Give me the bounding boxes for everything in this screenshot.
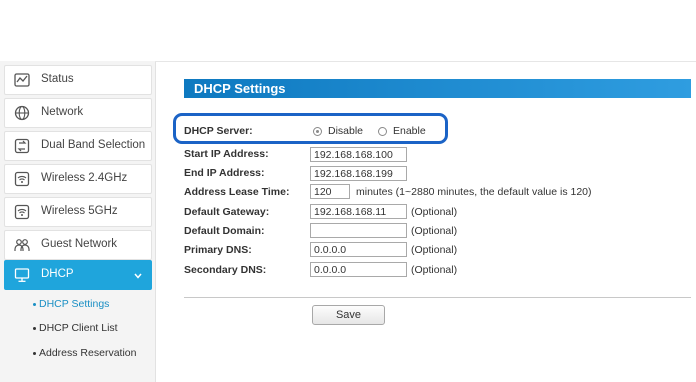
sidebar-item-label: DHCP — [41, 268, 74, 280]
domain-hint: (Optional) — [411, 225, 458, 237]
sidebar-item-label: Guest Network — [41, 238, 118, 250]
start-ip-label: Start IP Address: — [184, 148, 269, 160]
monitor-icon — [14, 268, 30, 282]
bullet-icon — [33, 352, 36, 355]
gateway-label: Default Gateway: — [184, 206, 270, 218]
gateway-hint: (Optional) — [411, 206, 458, 218]
chevron-down-icon — [134, 273, 142, 279]
lease-time-input[interactable] — [310, 184, 350, 199]
sidebar-item-network[interactable]: Network — [4, 98, 152, 128]
sidebar-item-label: Wireless 2.4GHz — [41, 172, 128, 184]
domain-label: Default Domain: — [184, 225, 265, 237]
gateway-input[interactable] — [310, 204, 407, 219]
subitem-dhcp-settings[interactable]: DHCP Settings — [39, 298, 109, 310]
guest-network-icon — [14, 239, 30, 251]
section-header: DHCP Settings — [184, 79, 691, 98]
subitem-dhcp-client-list[interactable]: DHCP Client List — [39, 322, 118, 334]
sidebar-item-dhcp[interactable]: DHCP — [4, 260, 152, 290]
dual-band-icon — [14, 138, 30, 154]
globe-icon — [14, 105, 30, 121]
lease-time-label: Address Lease Time: — [184, 186, 290, 198]
domain-input[interactable] — [310, 223, 407, 238]
end-ip-input[interactable] — [310, 166, 407, 181]
sidebar-item-guest-network[interactable]: Guest Network — [4, 230, 152, 260]
wifi-icon — [14, 171, 30, 187]
primary-dns-input[interactable] — [310, 242, 407, 257]
sidebar-item-wireless-5ghz[interactable]: Wireless 5GHz — [4, 197, 152, 227]
primary-dns-label: Primary DNS: — [184, 244, 252, 256]
sidebar-item-label: Status — [41, 73, 74, 85]
save-button[interactable]: Save — [312, 305, 385, 325]
form-divider — [184, 297, 691, 298]
secondary-dns-hint: (Optional) — [411, 264, 458, 276]
end-ip-label: End IP Address: — [184, 167, 265, 179]
bullet-icon — [33, 303, 36, 306]
status-chart-icon — [14, 73, 30, 87]
sidebar-item-label: Wireless 5GHz — [41, 205, 118, 217]
bullet-icon — [33, 327, 36, 330]
lease-time-hint: minutes (1~2880 minutes, the default val… — [356, 186, 592, 198]
sidebar-item-wireless-2-4ghz[interactable]: Wireless 2.4GHz — [4, 164, 152, 194]
sidebar: Status Network Dual Band Selection Wirel… — [0, 61, 156, 382]
secondary-dns-input[interactable] — [310, 262, 407, 277]
sidebar-item-label: Network — [41, 106, 84, 118]
wifi-icon — [14, 204, 30, 220]
secondary-dns-label: Secondary DNS: — [184, 264, 267, 276]
highlight-annotation — [173, 113, 448, 144]
content-top-border — [155, 61, 696, 62]
sidebar-item-label: Dual Band Selection — [41, 139, 146, 151]
start-ip-input[interactable] — [310, 147, 407, 162]
sidebar-item-dual-band-selection[interactable]: Dual Band Selection — [4, 131, 152, 161]
sidebar-item-status[interactable]: Status — [4, 65, 152, 95]
section-title: DHCP Settings — [194, 81, 286, 96]
primary-dns-hint: (Optional) — [411, 244, 458, 256]
subitem-address-reservation[interactable]: Address Reservation — [39, 347, 136, 359]
